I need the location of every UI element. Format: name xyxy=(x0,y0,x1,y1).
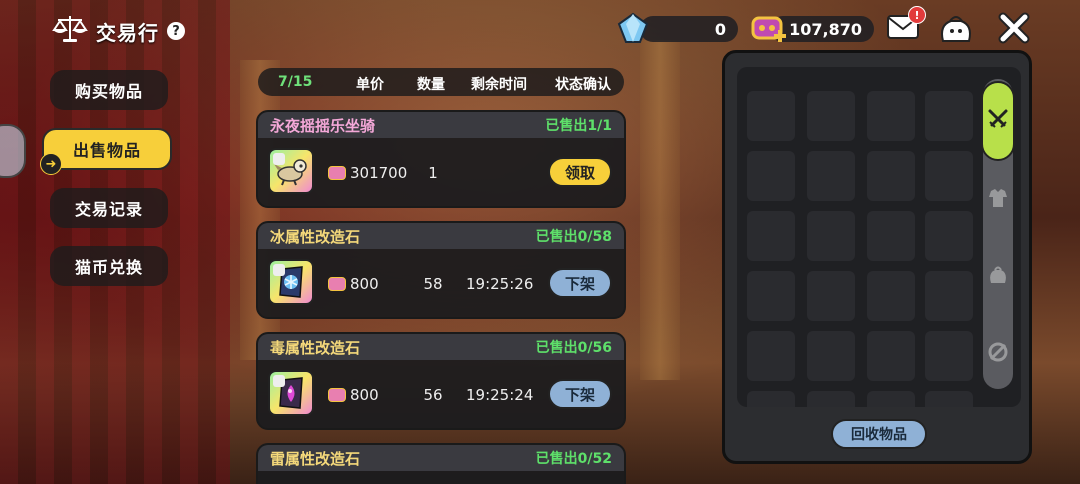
quantity-value: 58 xyxy=(423,275,443,293)
inventory-slot[interactable] xyxy=(807,151,855,201)
inventory-slot[interactable] xyxy=(925,211,973,261)
rarity-badge-icon xyxy=(273,264,285,276)
sold-status: 已售出1/1 xyxy=(545,118,612,134)
inventory-slot[interactable] xyxy=(925,151,973,201)
page-title: 交易行 ? xyxy=(52,14,185,48)
inventory-slot[interactable] xyxy=(867,331,915,381)
inventory-slot[interactable] xyxy=(867,391,915,407)
inventory-slot[interactable] xyxy=(807,211,855,261)
sold-status: 已售出0/56 xyxy=(535,340,612,356)
side-pull-tab[interactable] xyxy=(0,124,26,178)
inventory-slot[interactable] xyxy=(747,391,795,407)
title-text: 交易行 xyxy=(96,20,159,45)
swords-icon xyxy=(987,108,1009,134)
sold-status: 已售出0/58 xyxy=(535,229,612,245)
header-unit-price: 单价 xyxy=(356,77,384,93)
time-left-value: 19:25:24 xyxy=(466,386,534,404)
inventory-slot[interactable] xyxy=(807,91,855,141)
inventory-slot[interactable] xyxy=(867,91,915,141)
listing-table-header: 7/15 单价 数量 剩余时间 状态确认 xyxy=(258,68,624,96)
item-name: 雷属性改造石 xyxy=(270,449,361,468)
mount-item-icon[interactable] xyxy=(268,148,314,194)
inventory-slot[interactable] xyxy=(925,91,973,141)
rarity-badge-icon xyxy=(273,375,285,387)
coin-amount: 107,870 xyxy=(789,19,862,39)
inventory-slot[interactable] xyxy=(925,391,973,407)
time-left-value: 19:25:26 xyxy=(466,275,534,293)
bag-icon[interactable] xyxy=(936,10,976,46)
cat-coin-icon xyxy=(328,166,346,180)
inventory-slot[interactable] xyxy=(747,151,795,201)
price-value: 800 xyxy=(350,386,379,404)
inventory-grid xyxy=(737,67,1021,407)
inventory-slot[interactable] xyxy=(867,211,915,261)
close-icon[interactable] xyxy=(996,10,1032,46)
item-name: 毒属性改造石 xyxy=(270,338,361,357)
item-name: 永夜摇摇乐坐骑 xyxy=(270,116,376,135)
inventory-slot[interactable] xyxy=(747,211,795,261)
listing-card: 冰属性改造石 已售出0/58 800 58 19:25:26 下架 xyxy=(256,221,626,319)
cat-coin-icon xyxy=(328,277,346,291)
inventory-slot[interactable] xyxy=(807,271,855,321)
listing-card-header: 毒属性改造石 已售出0/56 xyxy=(258,334,624,360)
poison-stone-icon[interactable] xyxy=(268,370,314,416)
background-pillar xyxy=(640,40,680,380)
quantity-value: 1 xyxy=(428,164,438,182)
inventory-slot[interactable] xyxy=(867,271,915,321)
tab-weapons[interactable] xyxy=(981,81,1015,161)
listing-card-header: 永夜摇摇乐坐骑 已售出1/1 xyxy=(258,112,624,138)
unit-price: 800 xyxy=(328,275,379,293)
inventory-slot[interactable] xyxy=(925,331,973,381)
nav-cat-coin-exchange[interactable]: 猫币兑换 xyxy=(50,246,168,286)
price-value: 301700 xyxy=(350,164,408,182)
listing-card: 雷属性改造石 已售出0/52 xyxy=(256,443,626,484)
cat-coin-icon xyxy=(328,388,346,402)
arrow-right-icon: ➜ xyxy=(40,153,62,175)
claim-button[interactable]: 领取 xyxy=(548,157,612,187)
price-value: 800 xyxy=(350,275,379,293)
header-status: 状态确认 xyxy=(555,77,611,93)
delist-button[interactable]: 下架 xyxy=(548,379,612,409)
inventory-slot[interactable] xyxy=(747,91,795,141)
inventory-slot[interactable] xyxy=(747,331,795,381)
listing-card: 永夜摇摇乐坐骑 已售出1/1 301700 1 领取 xyxy=(256,110,626,208)
inventory-slot[interactable] xyxy=(807,331,855,381)
mail-icon[interactable]: ! xyxy=(886,6,926,44)
quantity-value: 56 xyxy=(423,386,443,404)
listing-card: 毒属性改造石 已售出0/56 800 56 19:25:24 下架 xyxy=(256,332,626,430)
header-time-left: 剩余时间 xyxy=(471,77,527,93)
gem-amount: 0 xyxy=(714,19,726,39)
rarity-badge-icon xyxy=(273,153,285,165)
cat-coin-icon[interactable] xyxy=(750,12,786,44)
bag-tab-icon[interactable] xyxy=(987,263,1009,285)
inventory-slot[interactable] xyxy=(747,271,795,321)
sold-status: 已售出0/52 xyxy=(535,451,612,467)
listing-card-header: 冰属性改造石 已售出0/58 xyxy=(258,223,624,249)
delist-button[interactable]: 下架 xyxy=(548,268,612,298)
header-quantity: 数量 xyxy=(417,77,445,93)
inventory-slot[interactable] xyxy=(925,271,973,321)
nav-buy-items[interactable]: 购买物品 xyxy=(50,70,168,110)
inventory-panel: 回收物品 xyxy=(722,50,1032,464)
gem-balance: 0 xyxy=(640,16,738,42)
gear-swirl-icon[interactable] xyxy=(987,341,1009,363)
listing-card-header: 雷属性改造石 已售出0/52 xyxy=(258,445,624,471)
unit-price: 301700 xyxy=(328,164,407,182)
inventory-slot[interactable] xyxy=(867,151,915,201)
ice-stone-icon[interactable] xyxy=(268,259,314,305)
nav-trade-history[interactable]: 交易记录 xyxy=(50,188,168,228)
scales-icon xyxy=(52,14,88,48)
inventory-slot[interactable] xyxy=(807,391,855,407)
recycle-items-button[interactable]: 回收物品 xyxy=(831,419,927,449)
gem-icon xyxy=(616,12,650,44)
armor-icon[interactable] xyxy=(987,187,1009,209)
unit-price: 800 xyxy=(328,386,379,404)
listing-count: 7/15 xyxy=(278,74,313,90)
mail-badge: ! xyxy=(908,6,926,24)
help-icon[interactable]: ? xyxy=(167,22,185,40)
item-name: 冰属性改造石 xyxy=(270,227,361,246)
